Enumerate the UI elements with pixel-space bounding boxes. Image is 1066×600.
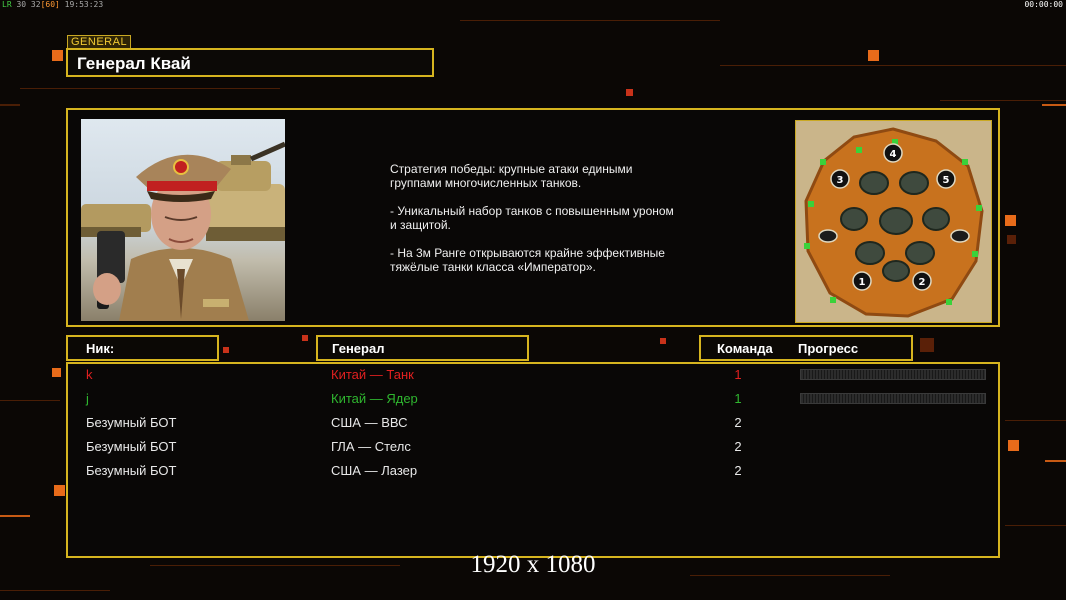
player-row-3: Безумный БОТ США — ВВС 2 <box>68 412 998 436</box>
start-position-5: 5 <box>943 175 950 186</box>
fps-readout: LR 30 32[60] 19:53:23 <box>2 0 103 9</box>
player-general: ГЛА — Стелс <box>331 439 411 454</box>
header-team-label: Команда <box>717 341 773 356</box>
player-name: Безумный БОТ <box>86 439 177 454</box>
fps-limit: [60] <box>40 0 60 9</box>
system-clock: 19:53:23 <box>64 0 104 9</box>
game-timer: 00:00:00 <box>1024 0 1063 9</box>
header-nick: Ник: <box>66 335 219 361</box>
player-general: США — ВВС <box>331 415 408 430</box>
player-name: j <box>86 391 89 406</box>
general-info-panel: Стратегия победы: крупные атаки едиными … <box>66 108 1000 327</box>
strategy-description: Стратегия победы: крупные атаки едиными … <box>390 162 674 274</box>
player-team: 2 <box>734 463 742 478</box>
player-row-5: Безумный БОТ США — Лазер 2 <box>68 460 998 484</box>
player-general: США — Лазер <box>331 463 418 478</box>
header-nick-label: Ник: <box>86 341 115 356</box>
fps-value: 30 32 <box>16 0 41 9</box>
loading-progress-bar <box>800 369 986 380</box>
player-team: 1 <box>734 367 742 382</box>
general-title-box: Генерал Квай <box>66 48 434 77</box>
player-general: Китай — Ядер <box>331 391 418 406</box>
status-bar: LR 30 32[60] 19:53:23 00:00:00 <box>0 0 1066 10</box>
map-preview[interactable]: 1 2 3 4 5 <box>795 120 992 323</box>
player-team: 1 <box>734 391 742 406</box>
lr-label: LR <box>2 0 12 9</box>
header-team-progress: Команда Прогресс <box>699 335 913 361</box>
players-panel: k Китай — Танк 1 j Китай — Ядер 1 Безумн… <box>66 362 1000 558</box>
player-team: 2 <box>734 415 742 430</box>
start-position-3: 3 <box>837 175 844 186</box>
player-row-2: j Китай — Ядер 1 <box>68 388 998 412</box>
player-row-1: k Китай — Танк 1 <box>68 364 998 388</box>
start-position-2: 2 <box>919 277 926 288</box>
start-position-4: 4 <box>890 149 897 160</box>
general-tag: GENERAL <box>67 35 132 49</box>
header-progress-label: Прогресс <box>798 341 859 356</box>
header-general-label: Генерал <box>332 341 385 356</box>
player-row-4: Безумный БОТ ГЛА — Стелс 2 <box>68 436 998 460</box>
player-name: Безумный БОТ <box>86 415 177 430</box>
resolution-label: 1920 x 1080 <box>470 551 596 578</box>
player-team: 2 <box>734 439 742 454</box>
player-general: Китай — Танк <box>331 367 414 382</box>
player-name: Безумный БОТ <box>86 463 177 478</box>
player-name: k <box>86 367 93 382</box>
start-position-1: 1 <box>859 277 866 288</box>
general-title: Генерал Квай <box>77 54 191 73</box>
header-general: Генерал <box>316 335 529 361</box>
general-portrait <box>81 119 285 321</box>
loading-progress-bar <box>800 393 986 404</box>
